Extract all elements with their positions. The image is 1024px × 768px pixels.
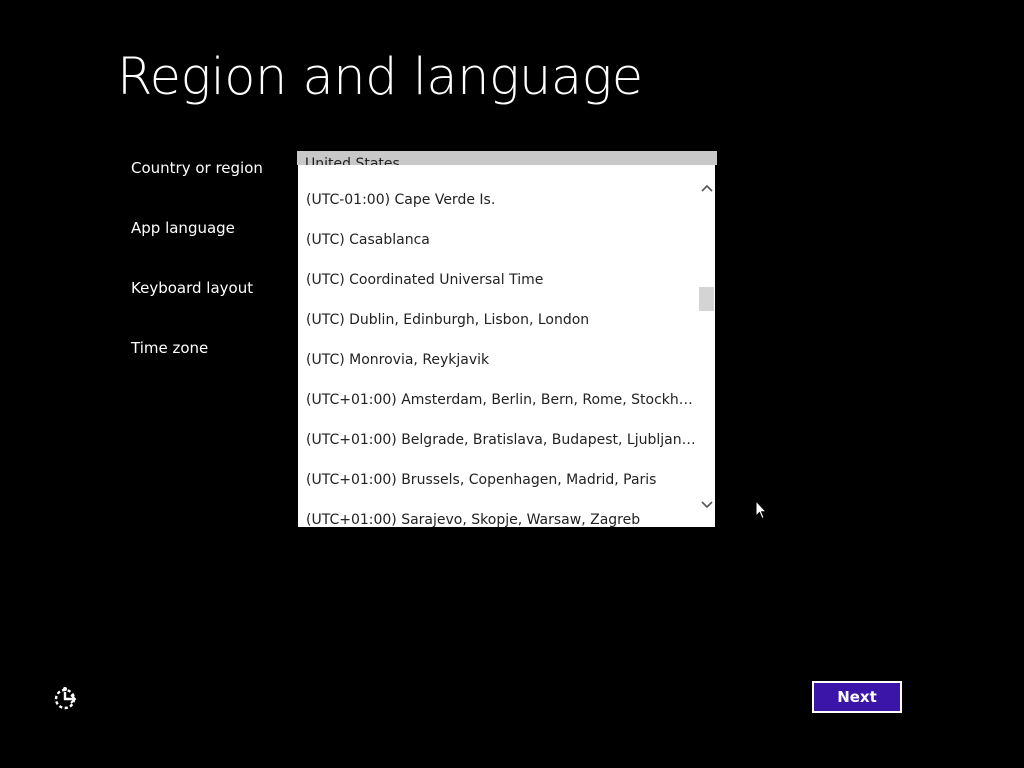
chevron-up-icon[interactable]	[698, 178, 715, 198]
time-zone-option[interactable]: (UTC) Dublin, Edinburgh, Lisbon, London	[306, 310, 696, 350]
time-zone-option[interactable]: (UTC-01:00) Cape Verde Is.	[306, 190, 696, 230]
time-zone-option[interactable]: (UTC+01:00) Amsterdam, Berlin, Bern, Rom…	[306, 390, 696, 430]
country-label: Country or region	[131, 159, 263, 177]
time-zone-option[interactable]: (UTC+01:00) Brussels, Copenhagen, Madrid…	[306, 470, 696, 510]
time-zone-list[interactable]: (UTC-01:00) Cape Verde Is. (UTC) Casabla…	[298, 165, 698, 527]
chevron-down-icon[interactable]	[698, 495, 715, 515]
app-language-label: App language	[131, 219, 235, 237]
time-zone-option[interactable]: (UTC) Casablanca	[306, 230, 696, 270]
ease-of-access-icon[interactable]	[52, 684, 80, 712]
time-zone-dropdown[interactable]: (UTC-01:00) Cape Verde Is. (UTC) Casabla…	[298, 165, 715, 527]
setup-page: Region and language Country or region Ap…	[0, 0, 1024, 768]
next-button[interactable]: Next	[812, 681, 902, 713]
time-zone-option[interactable]: (UTC+01:00) Sarajevo, Skopje, Warsaw, Za…	[306, 510, 696, 527]
time-zone-option[interactable]: (UTC) Monrovia, Reykjavik	[306, 350, 696, 390]
scrollbar[interactable]	[698, 165, 715, 527]
time-zone-option[interactable]: (UTC+01:00) Belgrade, Bratislava, Budape…	[306, 430, 696, 470]
country-select[interactable]: United States	[297, 151, 717, 165]
mouse-cursor	[755, 499, 768, 520]
page-title: Region and language	[117, 48, 643, 107]
time-zone-label: Time zone	[131, 339, 209, 357]
scroll-thumb[interactable]	[699, 287, 714, 311]
time-zone-option[interactable]: (UTC) Coordinated Universal Time	[306, 270, 696, 310]
keyboard-layout-label: Keyboard layout	[131, 279, 254, 297]
country-select-value: United States	[305, 156, 400, 165]
